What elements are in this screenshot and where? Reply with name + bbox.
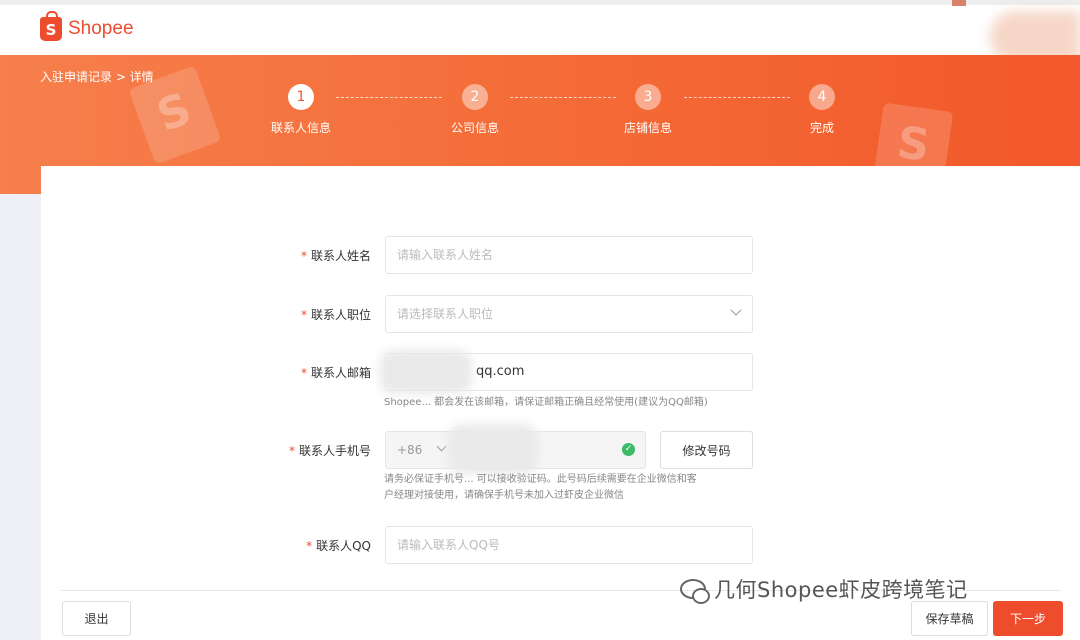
email-hint: Shopee... 都会发在该邮箱，请保证邮箱正确且经常使用(建议为QQ邮箱) (384, 397, 708, 408)
breadcrumb[interactable]: 入驻申请记录 > 详情 (40, 68, 154, 85)
save-draft-button[interactable]: 保存草稿 (911, 601, 988, 636)
redacted-email (380, 350, 472, 394)
contact-position-select[interactable]: 请选择联系人职位 (385, 295, 753, 333)
contact-name-input[interactable]: 请输入联系人姓名 (385, 236, 753, 274)
contact-name-label: * 联系人姓名 (300, 249, 371, 263)
step-connector (684, 97, 790, 98)
step-label: 店铺信息 (623, 121, 672, 135)
next-step-button[interactable]: 下一步 (993, 601, 1063, 636)
contact-phone-label: * 联系人手机号 (288, 444, 371, 458)
wechat-icon (680, 579, 710, 604)
verified-check-icon: ✓ (622, 443, 635, 456)
chevron-down-icon (436, 441, 447, 452)
shopee-bag-icon: S (40, 11, 62, 41)
change-number-button[interactable]: 修改号码 (660, 431, 753, 469)
step-label: 公司信息 (450, 121, 499, 135)
step-number: 2 (462, 84, 488, 110)
step-complete: 4 完成 (782, 84, 862, 136)
watermark: 几何Shopee虾皮跨境笔记 (680, 574, 968, 604)
step-company-info: 2 公司信息 (435, 84, 515, 136)
country-code: +86 (397, 443, 423, 457)
step-label: 完成 (809, 121, 834, 135)
step-connector (510, 97, 616, 98)
step-label: 联系人信息 (270, 121, 331, 135)
step-number: 3 (635, 84, 661, 110)
contact-qq-input[interactable]: 请输入联系人QQ号 (385, 526, 753, 564)
redacted-phone (448, 424, 538, 474)
phone-hint: 请务必保证手机号... 可以接收验证码。此号码后续需要在企业微信和客 户经理对接… (384, 474, 697, 501)
step-number: 4 (809, 84, 835, 110)
top-bar: S Shopee (0, 0, 1080, 63)
step-contact-info: 1 联系人信息 (261, 84, 341, 136)
notification-mark (952, 0, 966, 6)
logo-text: Shopee (68, 18, 134, 39)
shopee-logo[interactable]: S Shopee (40, 11, 134, 41)
step-connector (336, 97, 442, 98)
exit-button[interactable]: 退出 (62, 601, 131, 636)
contact-email-label: * 联系人邮箱 (300, 366, 371, 380)
step-number: 1 (288, 84, 314, 110)
left-background-strip (0, 194, 41, 640)
step-shop-info: 3 店铺信息 (608, 84, 688, 136)
contact-position-label: * 联系人职位 (300, 308, 371, 322)
contact-qq-label: * 联系人QQ (306, 539, 371, 553)
chevron-down-icon (730, 304, 742, 316)
